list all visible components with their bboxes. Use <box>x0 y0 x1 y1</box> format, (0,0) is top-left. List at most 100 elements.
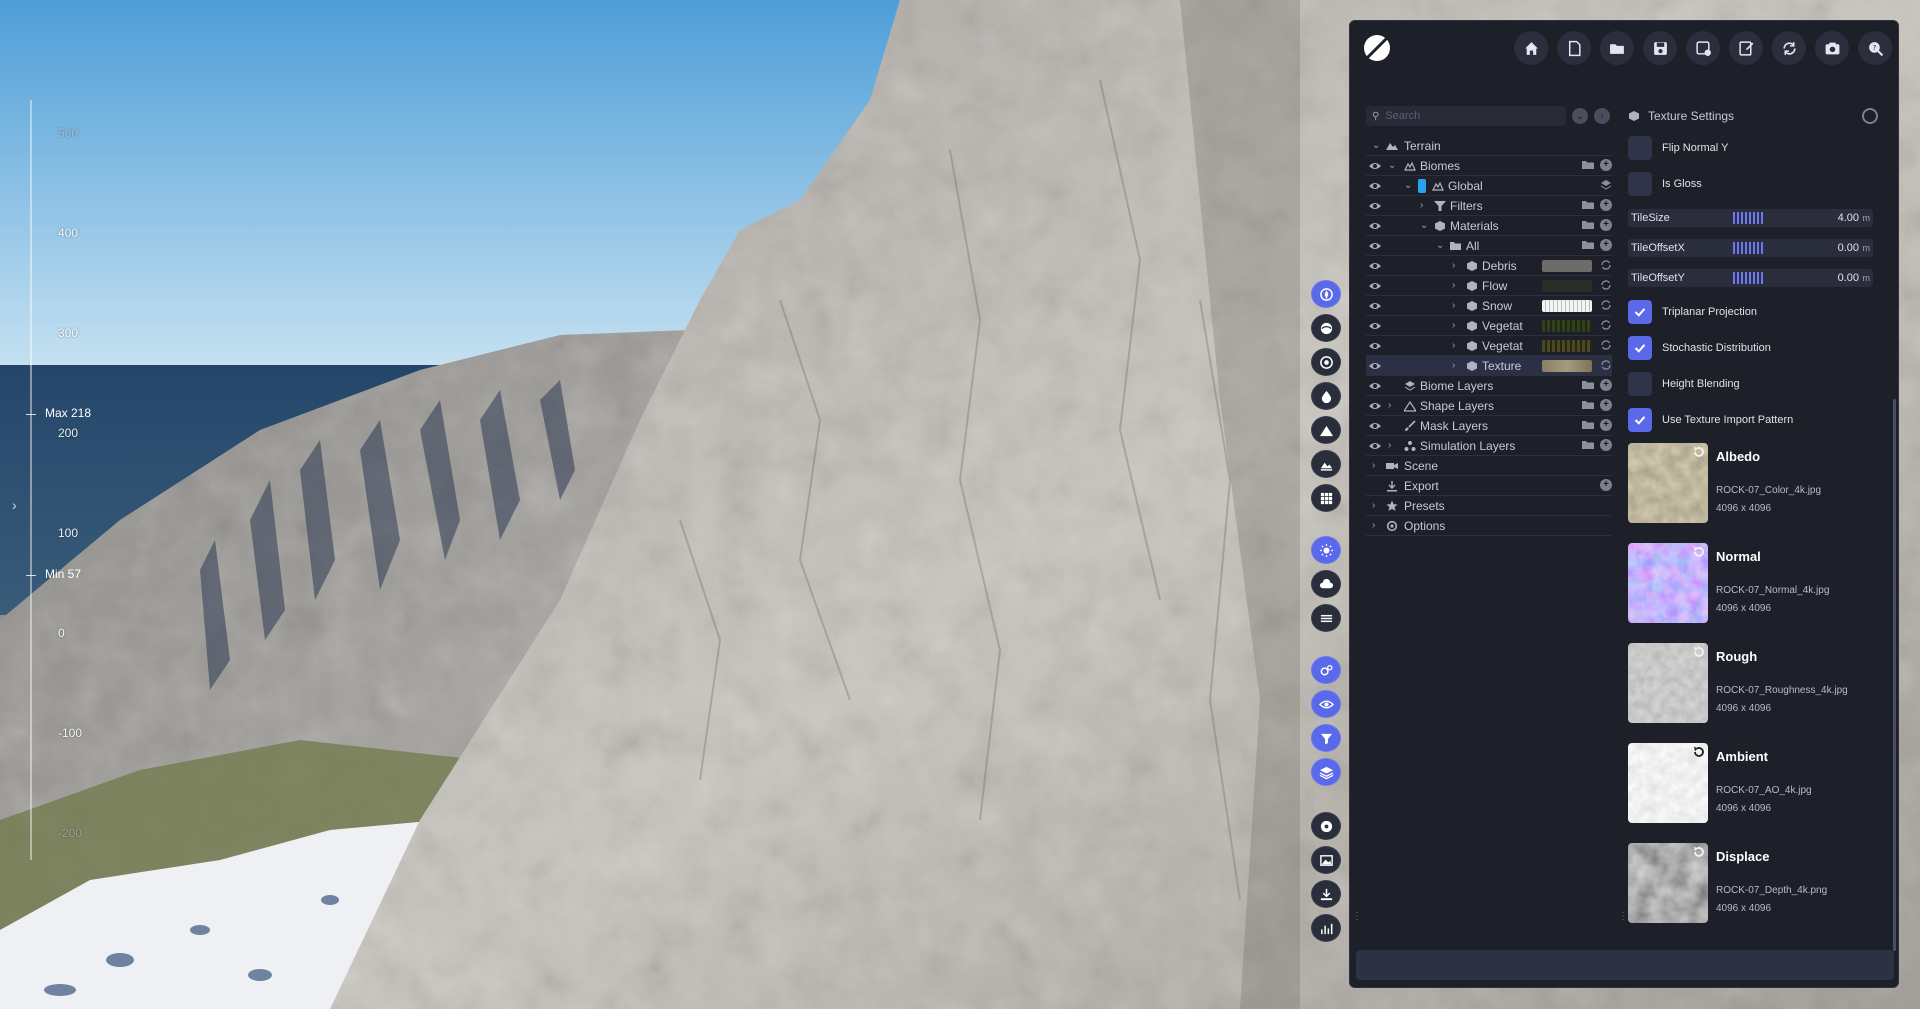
texture-slot-rough[interactable]: Rough ROCK-07_Roughness_4k.jpg 4096 x 40… <box>1628 643 1878 725</box>
sun-icon[interactable] <box>1311 536 1341 564</box>
help-search-icon[interactable]: ? <box>1858 31 1892 65</box>
settings-cogs-icon[interactable] <box>1311 656 1341 684</box>
chevron-right-icon[interactable]: › <box>12 497 17 513</box>
tree-item-export[interactable]: Export + <box>1366 476 1612 496</box>
tree-item-biomes[interactable]: ⌄ Biomes + <box>1366 156 1612 176</box>
fog-icon[interactable] <box>1311 604 1341 632</box>
tree-item-snow[interactable]: › Snow <box>1366 296 1612 316</box>
slider-grip[interactable] <box>1733 272 1765 284</box>
app-logo-icon[interactable] <box>1360 31 1394 65</box>
height-blending-row[interactable]: Height Blending <box>1628 371 1878 397</box>
chevron-down-icon[interactable]: ⌄ <box>1388 161 1398 171</box>
refresh-icon[interactable] <box>1692 645 1706 659</box>
eye-icon[interactable] <box>1368 360 1382 372</box>
refresh-icon[interactable] <box>1600 279 1612 291</box>
home-icon[interactable] <box>1514 31 1548 65</box>
eye-icon[interactable] <box>1368 200 1382 212</box>
mountain-icon[interactable] <box>1311 416 1341 444</box>
eye-icon[interactable] <box>1368 280 1382 292</box>
tree-item-materials[interactable]: ⌄ Materials + <box>1366 216 1612 236</box>
chevron-right-icon[interactable]: › <box>1452 281 1462 291</box>
refresh-icon[interactable] <box>1692 445 1706 459</box>
tree-item-filters[interactable]: › Filters + <box>1366 196 1612 216</box>
is-gloss-checkbox[interactable] <box>1628 172 1652 196</box>
import-pattern-checkbox[interactable] <box>1628 408 1652 432</box>
tree-item-simulation-layers[interactable]: › Simulation Layers + <box>1366 436 1612 456</box>
add-icon[interactable]: + <box>1600 379 1612 391</box>
tree-item-global[interactable]: ⌄ Global <box>1366 176 1612 196</box>
chevron-right-icon[interactable]: › <box>1452 361 1462 371</box>
eye-icon[interactable] <box>1368 300 1382 312</box>
chevron-down-icon[interactable]: ⌄ <box>1372 141 1382 151</box>
slider-grip[interactable] <box>1733 242 1765 254</box>
add-icon[interactable]: + <box>1600 239 1612 251</box>
eye-icon[interactable] <box>1368 260 1382 272</box>
landscape-icon[interactable] <box>1311 450 1341 478</box>
tree-item-debris[interactable]: › Debris <box>1366 256 1612 276</box>
download-icon[interactable] <box>1311 880 1341 908</box>
folder-icon[interactable] <box>1582 219 1594 231</box>
add-icon[interactable]: + <box>1600 219 1612 231</box>
export-file-icon[interactable] <box>1729 31 1763 65</box>
add-icon[interactable]: + <box>1600 419 1612 431</box>
tree-item-presets[interactable]: › Presets <box>1366 496 1612 516</box>
layers-icon[interactable] <box>1311 758 1341 786</box>
refresh-icon[interactable] <box>1692 545 1706 559</box>
stochastic-row[interactable]: Stochastic Distribution <box>1628 335 1878 361</box>
save-as-icon[interactable] <box>1686 31 1720 65</box>
tile-offset-y-slider[interactable]: TileOffsetY 0.00 m <box>1628 269 1873 287</box>
pane-resize-handle[interactable]: ⋮ <box>1352 911 1362 927</box>
chevron-right-icon[interactable]: › <box>1388 401 1398 411</box>
eye-icon[interactable] <box>1368 340 1382 352</box>
eye-icon[interactable] <box>1368 180 1382 192</box>
pane-resize-handle[interactable]: ⋮ <box>1618 911 1628 927</box>
folder-icon[interactable] <box>1582 239 1594 251</box>
slider-value[interactable]: 4.00 <box>1838 212 1859 224</box>
expand-next-icon[interactable]: › <box>1594 108 1610 124</box>
tree-item-vegetation-2[interactable]: › Vegetat <box>1366 336 1612 356</box>
chevron-right-icon[interactable]: › <box>1452 301 1462 311</box>
water-drop-icon[interactable] <box>1311 382 1341 410</box>
chevron-right-icon[interactable]: › <box>1372 501 1382 511</box>
add-icon[interactable]: + <box>1600 399 1612 411</box>
tree-item-shape-layers[interactable]: › Shape Layers + <box>1366 396 1612 416</box>
settings-scrollbar[interactable] <box>1893 399 1896 951</box>
refresh-icon[interactable] <box>1692 745 1706 759</box>
tree-item-biome-layers[interactable]: Biome Layers + <box>1366 376 1612 396</box>
refresh-icon[interactable] <box>1600 299 1612 311</box>
image-icon[interactable] <box>1311 846 1341 874</box>
flip-normal-y-checkbox[interactable] <box>1628 136 1652 160</box>
texture-slot-displace[interactable]: Displace ROCK-07_Depth_4k.png 4096 x 409… <box>1628 843 1878 925</box>
folder-icon[interactable] <box>1582 399 1594 411</box>
save-icon[interactable] <box>1643 31 1677 65</box>
triplanar-row[interactable]: Triplanar Projection <box>1628 299 1878 325</box>
texture-slot-albedo[interactable]: Albedo ROCK-07_Color_4k.jpg 4096 x 4096 <box>1628 443 1878 525</box>
stochastic-checkbox[interactable] <box>1628 336 1652 360</box>
chevron-right-icon[interactable]: › <box>1372 521 1382 531</box>
eye-icon[interactable] <box>1368 220 1382 232</box>
tree-item-all[interactable]: ⌄ All + <box>1366 236 1612 256</box>
add-icon[interactable]: + <box>1600 159 1612 171</box>
refresh-icon[interactable] <box>1600 339 1612 351</box>
stats-chart-icon[interactable] <box>1311 914 1341 942</box>
eye-icon[interactable] <box>1368 420 1382 432</box>
collapse-all-icon[interactable]: ⌄ <box>1572 108 1588 124</box>
flip-normal-y-row[interactable]: Flip Normal Y <box>1628 135 1878 161</box>
camera-icon[interactable] <box>1815 31 1849 65</box>
chevron-down-icon[interactable]: ⌄ <box>1404 181 1414 191</box>
height-blending-checkbox[interactable] <box>1628 372 1652 396</box>
clouds-icon[interactable] <box>1311 570 1341 598</box>
chevron-down-icon[interactable]: ⌄ <box>1436 241 1446 251</box>
tree-item-vegetation-1[interactable]: › Vegetat <box>1366 316 1612 336</box>
tree-item-flow[interactable]: › Flow <box>1366 276 1612 296</box>
compass-icon[interactable] <box>1311 280 1341 308</box>
chevron-right-icon[interactable]: › <box>1452 321 1462 331</box>
refresh-icon[interactable] <box>1600 319 1612 331</box>
import-pattern-row[interactable]: Use Texture Import Pattern <box>1628 407 1878 433</box>
settings-circle-icon[interactable] <box>1862 108 1878 124</box>
refresh-icon[interactable] <box>1600 259 1612 271</box>
is-gloss-row[interactable]: Is Gloss <box>1628 171 1878 197</box>
folder-icon[interactable] <box>1582 199 1594 211</box>
tree-item-terrain[interactable]: ⌄ Terrain <box>1366 136 1612 156</box>
add-icon[interactable]: + <box>1600 199 1612 211</box>
